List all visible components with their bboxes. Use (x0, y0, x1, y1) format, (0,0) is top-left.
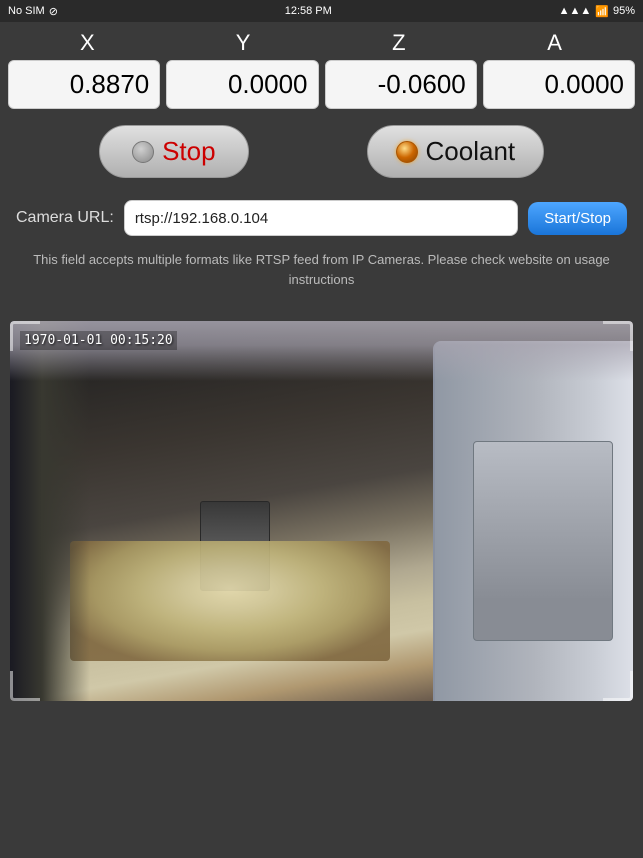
machine-visual (10, 321, 633, 701)
stop-button[interactable]: Stop (99, 125, 249, 178)
stop-icon (132, 141, 154, 163)
coord-x: 0.8870 (8, 60, 160, 109)
coord-z: -0.0600 (325, 60, 477, 109)
axis-label-y: Y (166, 30, 322, 56)
wifi-icon: 📶 (595, 5, 609, 18)
axis-label-a: A (477, 30, 633, 56)
frame-corner-tr (603, 321, 633, 351)
camera-url-label: Camera URL: (16, 209, 114, 227)
axis-labels-row: X Y Z A (0, 22, 643, 60)
coord-a: 0.0000 (483, 60, 635, 109)
frame-corner-bl (10, 671, 40, 701)
coord-y: 0.0000 (166, 60, 318, 109)
controls-row: Stop Coolant (0, 109, 643, 194)
stop-label: Stop (162, 136, 216, 167)
status-carrier: No SIM ⊘ (8, 5, 58, 18)
help-text: This field accepts multiple formats like… (0, 242, 643, 297)
status-time: 12:58 PM (285, 5, 332, 17)
axis-label-x: X (10, 30, 166, 56)
coord-row: 0.8870 0.0000 -0.0600 0.0000 (0, 60, 643, 109)
start-stop-button[interactable]: Start/Stop (528, 202, 627, 235)
camera-url-input[interactable] (124, 200, 518, 236)
frame-corner-br (603, 671, 633, 701)
carrier-label: No SIM (8, 5, 45, 17)
camera-feed-container: 1970-01-01 00:15:20 (10, 321, 633, 701)
coolant-label: Coolant (426, 136, 516, 167)
start-stop-label: Start/Stop (544, 210, 611, 227)
coolant-icon (396, 141, 418, 163)
camera-feed-bg: 1970-01-01 00:15:20 (10, 321, 633, 701)
battery-label: 95% (613, 5, 635, 17)
status-indicators: ▲▲▲ 📶 95% (559, 5, 635, 18)
sim-icon: ⊘ (49, 5, 58, 18)
camera-url-row: Camera URL: Start/Stop (0, 194, 643, 242)
frame-corner-tl (10, 321, 40, 351)
status-bar: No SIM ⊘ 12:58 PM ▲▲▲ 📶 95% (0, 0, 643, 22)
axis-label-z: Z (322, 30, 478, 56)
signal-icon: ▲▲▲ (559, 5, 592, 17)
coolant-button[interactable]: Coolant (367, 125, 545, 178)
camera-timestamp: 1970-01-01 00:15:20 (20, 331, 177, 350)
